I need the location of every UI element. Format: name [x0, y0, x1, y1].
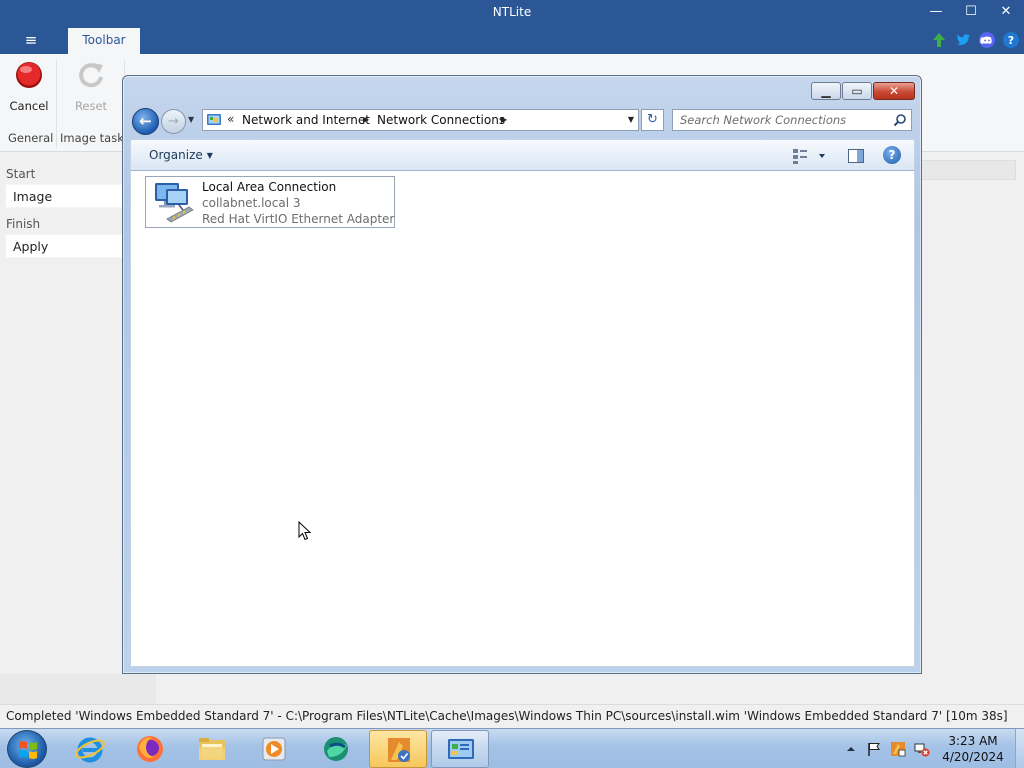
explorer-maximize-button[interactable]: ▭	[842, 82, 872, 100]
network-disconnected-icon[interactable]	[914, 741, 930, 757]
address-bar[interactable]: « Network and Internet ▶ Network Connect…	[202, 109, 639, 131]
breadcrumb-separator-icon[interactable]: ▶	[363, 115, 369, 124]
taskbar-firefox[interactable]	[121, 730, 179, 768]
discord-icon[interactable]	[978, 31, 996, 49]
refresh-icon[interactable]: ↻	[641, 109, 664, 131]
update-arrow-icon[interactable]	[930, 31, 948, 49]
twitter-icon[interactable]	[954, 31, 972, 49]
command-bar: Organize ▼ ?	[130, 139, 915, 171]
reset-label: Reset	[74, 99, 108, 113]
minimize-button[interactable]: —	[919, 2, 953, 24]
search-box[interactable]	[672, 109, 912, 131]
hamburger-menu-icon[interactable]: ≡	[20, 31, 42, 49]
app-titlebar: NTLite — ☐ ✕	[0, 0, 1024, 26]
explorer-close-button[interactable]: ✕	[873, 82, 915, 100]
app-title: NTLite	[492, 5, 532, 19]
help-icon[interactable]: ?	[1002, 31, 1020, 49]
organize-label: Organize	[149, 148, 203, 162]
address-dropdown-icon[interactable]: ▼	[628, 115, 634, 124]
help-button[interactable]: ?	[883, 146, 901, 164]
ribbon-tab-strip: ≡ Toolbar ?	[0, 26, 1024, 54]
organize-dropdown-icon: ▼	[206, 151, 213, 160]
system-clock[interactable]: 3:23 AM 4/20/2024	[938, 733, 1008, 765]
nav-category-finish: Finish	[6, 217, 41, 231]
explorer-minimize-button[interactable]: ▁	[811, 82, 841, 100]
maximize-glyph: ▭	[851, 84, 863, 98]
taskbar-media-player[interactable]	[245, 730, 303, 768]
record-icon	[16, 62, 42, 88]
network-adapter-icon	[155, 183, 194, 223]
taskbar-file-explorer[interactable]	[183, 730, 241, 768]
organize-menu[interactable]: Organize ▼	[149, 148, 213, 162]
refresh-icon	[79, 63, 103, 88]
windows-logo-icon	[19, 741, 37, 759]
close-glyph: ✕	[888, 84, 900, 98]
recent-pages-dropdown-icon[interactable]: ▼	[188, 115, 194, 124]
left-navigation: Start Image Finish Apply	[0, 152, 124, 704]
firefox-icon	[137, 736, 163, 762]
minimize-glyph: ▁	[821, 84, 831, 98]
left-pane-footer	[0, 674, 156, 704]
start-button[interactable]	[7, 730, 47, 768]
connection-adapter: Red Hat VirtIO Ethernet Adapter	[202, 212, 395, 226]
forward-button[interactable]: →	[161, 109, 186, 134]
back-button[interactable]: ←	[132, 108, 159, 135]
breadcrumb-separator-icon[interactable]: ▶	[501, 115, 507, 124]
taskbar: 3:23 AM 4/20/2024	[0, 728, 1024, 768]
taskbar-control-panel[interactable]	[431, 730, 489, 768]
show-desktop-button[interactable]	[1015, 729, 1024, 768]
breadcrumb-network-and-internet[interactable]: Network and Internet	[242, 113, 370, 127]
search-input[interactable]	[673, 110, 887, 130]
nav-item-image[interactable]: Image	[5, 184, 123, 208]
caption-buttons: ▁ ▭ ✕	[810, 82, 915, 101]
file-explorer-icon	[199, 738, 225, 760]
change-view-button[interactable]	[791, 147, 829, 165]
mouse-cursor-icon	[298, 521, 312, 541]
action-center-flag-icon[interactable]	[866, 741, 882, 757]
show-hidden-icons[interactable]	[843, 741, 859, 757]
browser-globe-icon	[324, 737, 348, 761]
connections-list: Local Area Connection collabnet.local 3 …	[130, 171, 915, 667]
tab-toolbar[interactable]: Toolbar	[68, 28, 140, 54]
breadcrumb-network-connections[interactable]: Network Connections	[377, 113, 505, 127]
preview-pane-button[interactable]	[847, 147, 865, 165]
taskbar-internet-explorer[interactable]	[61, 730, 119, 768]
ntlite-icon	[388, 738, 410, 762]
taskbar-browser[interactable]	[307, 730, 365, 768]
address-overflow[interactable]: «	[227, 112, 234, 126]
internet-explorer-icon	[75, 737, 105, 763]
search-icon[interactable]	[893, 113, 907, 127]
taskbar-ntlite[interactable]	[369, 730, 427, 768]
connection-status: collabnet.local 3	[202, 196, 301, 210]
nav-item-apply[interactable]: Apply	[5, 234, 123, 258]
network-connections-window: ▁ ▭ ✕ ← → ▼ « Network and Internet ▶ Net…	[122, 75, 922, 674]
connection-item[interactable]: Local Area Connection collabnet.local 3 …	[145, 176, 395, 228]
clock-date: 4/20/2024	[942, 750, 1004, 764]
ntlite-tray-icon[interactable]	[890, 741, 906, 757]
cancel-button[interactable]: Cancel	[4, 60, 54, 120]
close-button[interactable]: ✕	[989, 2, 1023, 24]
connection-name: Local Area Connection	[202, 180, 337, 194]
group-image-tasks-label: Image tasks	[60, 131, 130, 145]
ribbon-separator	[56, 60, 57, 148]
nav-category-start: Start	[6, 167, 36, 181]
control-panel-icon	[448, 739, 474, 759]
clock-time: 3:23 AM	[948, 734, 998, 748]
reset-button[interactable]: Reset	[66, 60, 116, 120]
control-panel-icon	[207, 114, 221, 125]
content-header-strip	[921, 160, 1016, 180]
maximize-button[interactable]: ☐	[954, 2, 988, 24]
svg-text:?: ?	[1008, 34, 1014, 47]
status-bar: Completed 'Windows Embedded Standard 7' …	[0, 704, 1024, 728]
cancel-label: Cancel	[9, 99, 49, 113]
group-general-label: General	[8, 131, 54, 145]
media-player-icon	[262, 737, 286, 761]
